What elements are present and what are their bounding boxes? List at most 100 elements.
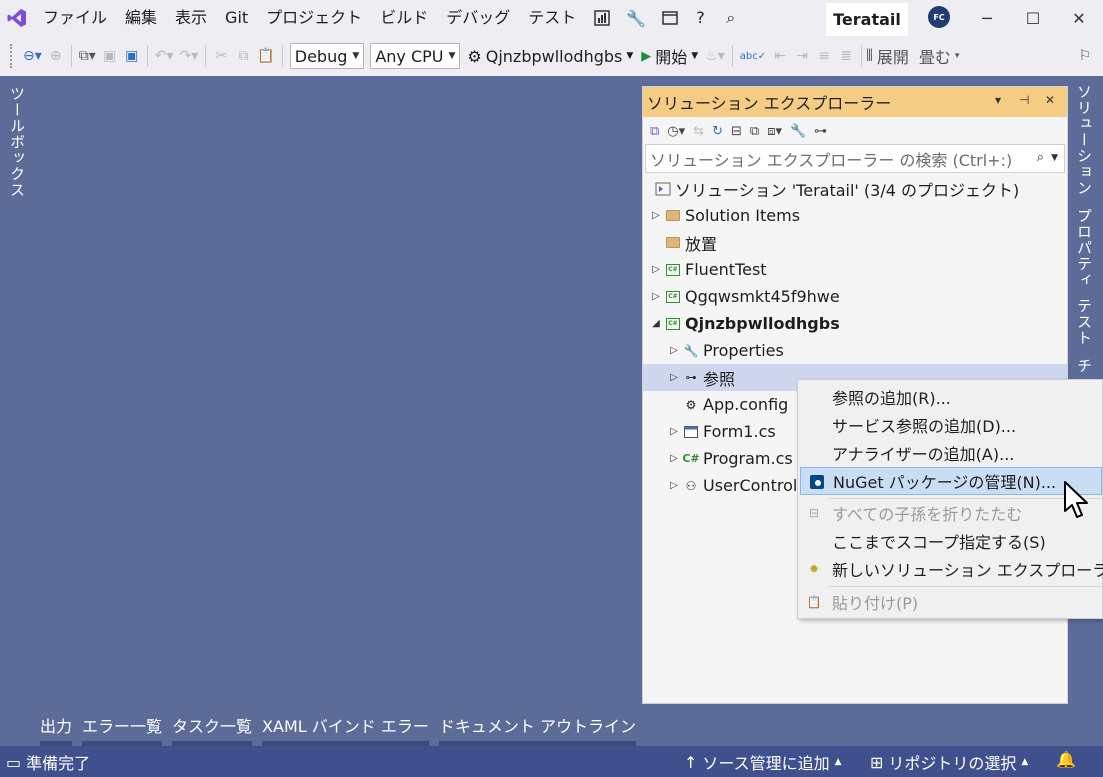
window-position-icon[interactable]: ▾ [995,93,1001,107]
tab-solution-explorer[interactable]: ソリューション [1074,84,1095,196]
close-icon[interactable]: ✕ [1045,93,1055,107]
outdent-icon[interactable]: ⇥ [791,42,813,70]
csharp-file-icon: C# [682,452,700,465]
maximize-icon[interactable]: ☐ [1010,0,1056,36]
menu-help[interactable]: ? [687,0,714,36]
expand-arrow-icon[interactable]: ▷ [649,210,663,221]
window-icon[interactable] [653,0,687,36]
filter-icon[interactable]: ⧈▾ [764,124,785,139]
expand-arrow-icon[interactable]: ▷ [667,453,681,464]
tree-node-properties[interactable]: ▷ 🔧 Properties [643,337,1067,364]
tab-xaml-binding-errors[interactable]: XAML バインド エラー [262,708,429,746]
refresh-icon[interactable]: ↻ [709,124,726,139]
tree-node-solution[interactable]: ソリューション 'Teratail' (3/4 のプロジェクト) [643,175,1067,202]
tab-task-list[interactable]: タスク一覧 [172,708,253,746]
expand-arrow-icon[interactable]: ▷ [667,480,681,491]
tab-team[interactable]: チ [1074,358,1095,374]
menu-item-add-reference[interactable]: 参照の追加(R)... [798,383,1103,411]
menu-view[interactable]: 表示 [166,0,216,36]
expand-arrow-icon[interactable]: ▷ [667,372,681,383]
pin-icon[interactable]: ⊣ [1019,93,1029,107]
visual-studio-logo-icon[interactable] [0,0,34,36]
folder-icon [663,235,683,251]
expand-button[interactable]: ⫴ 展開 [866,44,909,68]
tab-properties[interactable]: プロパティ [1074,208,1095,288]
expand-arrow-icon[interactable]: ▷ [667,345,681,356]
tab-document-outline[interactable]: ドキュメント アウトライン [438,708,637,746]
menu-item-manage-nuget-packages[interactable]: NuGet パッケージの管理(N)... [800,467,1102,495]
select-repository-button[interactable]: ⊞ リポジトリの選択 ▲ [870,750,1028,774]
minimize-icon[interactable]: ─ [964,0,1010,36]
tab-test[interactable]: テスト [1074,298,1095,346]
expand-arrow-icon[interactable]: ▷ [649,264,663,275]
expand-arrow-icon[interactable]: ▷ [667,426,681,437]
startup-project-select[interactable]: ⚙ Qjnzbpwllodhgbs ▼ [467,47,633,66]
menu-item-add-analyzer[interactable]: アナライザーの追加(A)... [798,439,1103,467]
toolbox-tab[interactable]: ツールボックス [0,76,34,200]
save-all-icon[interactable]: ▣ [121,42,143,70]
comment-icon[interactable]: ≡ [813,42,835,70]
platform-select[interactable]: Any CPU ▼ [370,43,461,69]
new-project-icon[interactable]: ⧉▾ [76,42,99,70]
search-icon[interactable]: ⌕ [1037,150,1044,165]
pending-changes-filter-icon[interactable]: ◷▾ [664,124,688,139]
toolbar-grip[interactable] [10,44,14,68]
collapse-arrow-icon[interactable]: ◢ [649,318,663,329]
properties-icon[interactable]: 🔧 [787,124,809,139]
copy-icon[interactable]: ⧉ [232,42,254,70]
preview-icon[interactable]: ⊶ [811,124,830,139]
chevron-down-icon[interactable]: ▼ [1051,153,1058,163]
paste-icon[interactable]: 📋 [254,42,277,70]
tree-node-qgqwsmkt45f9hwe[interactable]: ▷ C# Qgqwsmkt45f9hwe [643,283,1067,310]
hot-reload-icon[interactable]: ♨▾ [702,42,728,70]
close-icon[interactable]: ✕ [1056,0,1102,36]
csharp-project-icon: C# [663,289,683,305]
menu-item-add-service-reference[interactable]: サービス参照の追加(D)... [798,411,1103,439]
references-icon: ⊶ [685,371,697,384]
undo-icon[interactable]: ↶▾ [152,42,177,70]
menu-file[interactable]: ファイル [34,0,116,36]
solution-explorer-search-input[interactable]: ソリューション エクスプローラー の検索 (Ctrl+:) ⌕ ▼ [645,144,1065,173]
notifications-bell-icon[interactable]: 🔔 [1056,750,1076,769]
navigate-forward-icon[interactable]: ⊕ [45,42,67,70]
search-icon[interactable]: ⌕ [714,0,748,36]
spell-check-icon[interactable]: abc✓ [737,42,769,70]
save-icon[interactable]: ▣ [99,42,121,70]
collapse-all-icon[interactable]: ⊟ [728,124,745,139]
csharp-project-icon: C# [663,262,683,278]
uncomment-icon[interactable]: ≣ [835,42,857,70]
collapse-button[interactable]: 畳む ▾ [919,44,960,68]
sync-active-document-icon[interactable]: ⇆ [690,124,707,139]
tools-icon[interactable]: 🔧 [619,0,653,36]
feedback-icon[interactable]: ⚐ [1074,42,1096,70]
menu-item-scope-to-this[interactable]: ここまでスコープ指定する(S) [798,527,1103,555]
menu-project[interactable]: プロジェクト [257,0,371,36]
menu-edit[interactable]: 編集 [116,0,166,36]
start-button[interactable]: ▶ 開始 ▼ [641,44,698,68]
avatar[interactable]: FC [928,6,950,28]
cut-icon[interactable]: ✂ [210,42,232,70]
expand-arrow-icon[interactable]: ▷ [649,291,663,302]
switch-views-icon[interactable]: ⧉ [647,124,662,139]
tree-node-solution-items[interactable]: ▷ Solution Items [643,202,1067,229]
navigate-back-icon[interactable]: ⊖▾ [20,42,45,70]
tab-error-list[interactable]: エラー一覧 [82,708,163,746]
menu-test[interactable]: テスト [519,0,585,36]
redo-icon[interactable]: ↷▾ [177,42,202,70]
configuration-select[interactable]: Debug ▼ [289,43,365,69]
menu-git[interactable]: Git [216,0,257,36]
menu-item-collapse-all-descendants[interactable]: ⊟ すべての子孫を折りたたむ [798,499,1103,527]
add-to-source-control-button[interactable]: ↑ ソース管理に追加 ▲ [684,750,842,774]
indent-icon[interactable]: ⇤ [769,42,791,70]
tree-node-fluenttest[interactable]: ▷ C# FluentTest [643,256,1067,283]
menu-item-new-solution-explorer-view[interactable]: ✹ 新しいソリューション エクスプローラー [798,555,1103,583]
show-all-files-icon[interactable]: ⧉ [747,124,762,139]
menu-debug[interactable]: デバッグ [437,0,519,36]
tree-node-qjnzbpwllodhgbs[interactable]: ◢ C# Qjnzbpwllodhgbs [643,310,1067,337]
tab-output[interactable]: 出力 [40,708,73,746]
menu-item-paste[interactable]: 📋 貼り付け(P) [798,588,1103,616]
tree-node-folder-houchi[interactable]: 放置 [643,229,1067,256]
solution-explorer-title-bar[interactable]: ソリューション エクスプローラー ▾ ⊣ ✕ [643,87,1067,117]
menu-build[interactable]: ビルド [371,0,437,36]
analyze-icon[interactable] [585,0,619,36]
